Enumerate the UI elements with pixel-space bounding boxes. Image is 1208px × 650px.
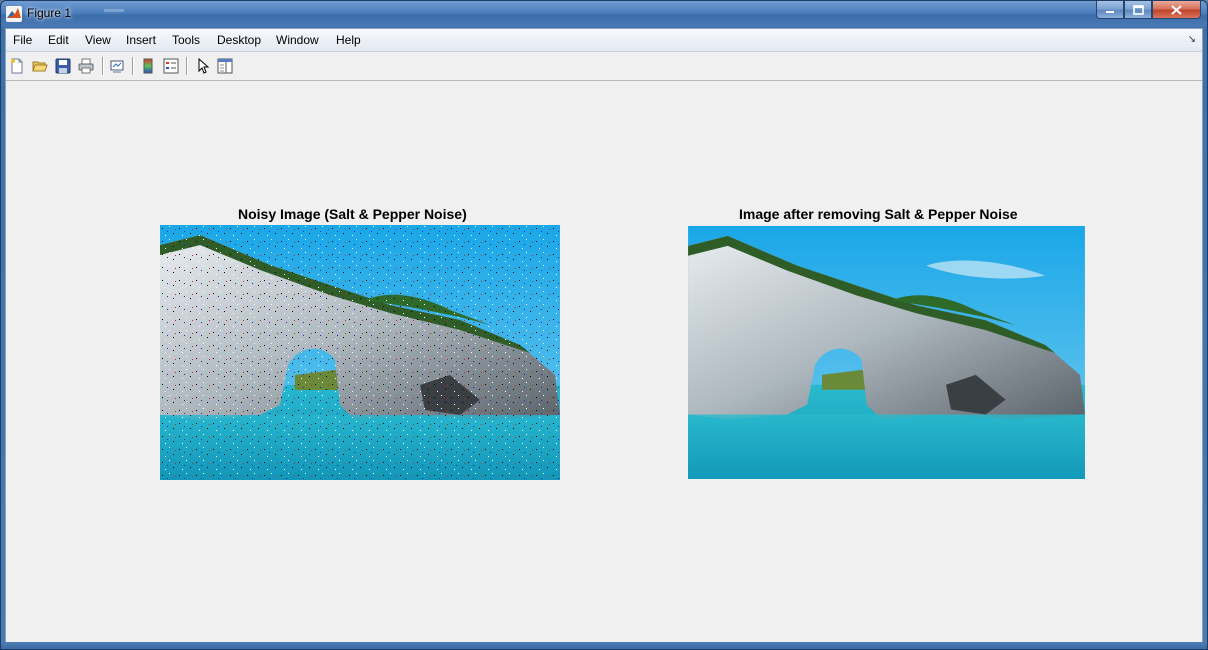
menu-view[interactable]: View (85, 33, 111, 47)
link-plot-icon[interactable] (109, 58, 125, 74)
denoised-image[interactable] (687, 226, 1086, 479)
window-bottom-border (1, 642, 1207, 649)
figure-window: Figure 1 ▬▬ File Edit View Insert Tools … (0, 0, 1208, 650)
maximize-icon (1132, 4, 1144, 15)
open-file-icon[interactable] (32, 58, 48, 74)
background-window-ghost: ▬▬ (104, 4, 124, 15)
new-figure-icon[interactable] (9, 58, 25, 74)
menu-window[interactable]: Window (276, 33, 319, 47)
matlab-icon (6, 6, 22, 22)
minimize-icon (1106, 10, 1114, 13)
menu-edit[interactable]: Edit (48, 33, 69, 47)
title-bar[interactable]: Figure 1 ▬▬ (1, 1, 1207, 27)
maximize-button[interactable] (1124, 1, 1152, 19)
menu-help[interactable]: Help (336, 33, 361, 47)
menu-bar: File Edit View Insert Tools Desktop Wind… (6, 29, 1202, 52)
legend-icon[interactable] (163, 58, 179, 74)
property-editor-icon[interactable] (217, 58, 233, 74)
menu-file[interactable]: File (13, 33, 32, 47)
axes-title-denoised: Image after removing Salt & Pepper Noise (739, 206, 1018, 222)
minimize-button[interactable] (1096, 1, 1124, 19)
noisy-image[interactable] (160, 225, 560, 480)
pointer-icon[interactable] (195, 58, 211, 74)
colorbar-icon[interactable] (140, 58, 156, 74)
menu-tools[interactable]: Tools (172, 33, 200, 47)
figure-toolbar (6, 52, 1202, 81)
dock-figure-icon[interactable]: ↘ (1188, 34, 1196, 45)
save-icon[interactable] (55, 58, 71, 74)
menu-desktop[interactable]: Desktop (217, 33, 261, 47)
close-button[interactable] (1152, 1, 1201, 19)
close-icon (1171, 4, 1182, 15)
noisy-sea-arch-photo (160, 225, 560, 480)
figure-client-area: File Edit View Insert Tools Desktop Wind… (5, 28, 1203, 645)
menu-insert[interactable]: Insert (126, 33, 156, 47)
window-controls (1096, 1, 1201, 19)
denoised-sea-arch-photo (688, 226, 1085, 479)
toolbar-separator (132, 57, 134, 75)
toolbar-separator (102, 57, 104, 75)
print-icon[interactable] (78, 58, 94, 74)
window-title: Figure 1 (27, 6, 72, 20)
toolbar-separator (186, 57, 188, 75)
axes-title-noisy: Noisy Image (Salt & Pepper Noise) (238, 206, 467, 222)
